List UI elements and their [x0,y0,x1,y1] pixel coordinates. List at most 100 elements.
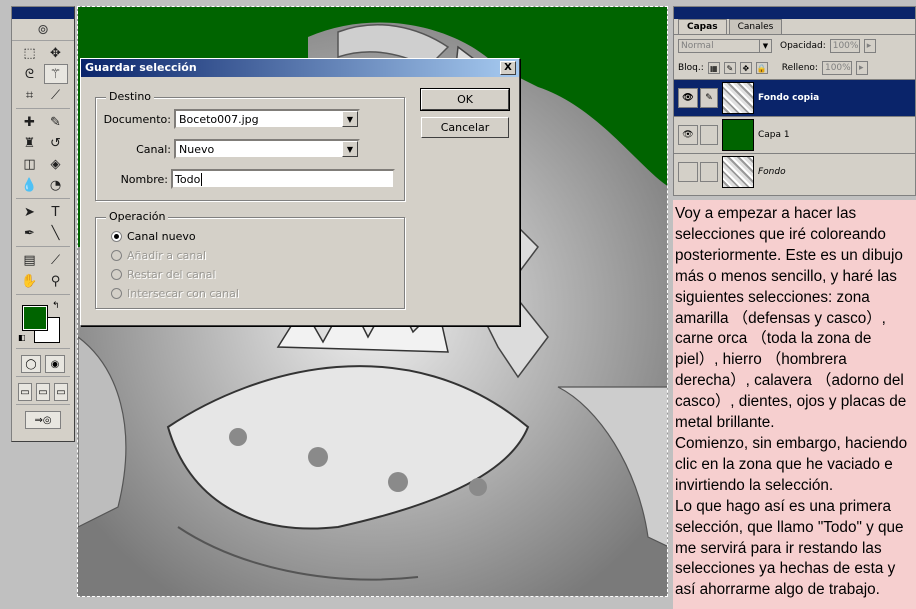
dodge-tool-icon[interactable]: ◔ [44,175,68,195]
paint-bucket-icon[interactable]: ◈ [44,154,68,174]
nombre-value: Todo [175,172,201,186]
canal-value: Nuevo [179,142,215,156]
canal-label: Canal: [136,142,171,156]
radio-restar-canal: Restar del canal [111,268,216,281]
radio-label: Canal nuevo [127,230,196,243]
jump-to-imageready-icon[interactable]: ⇒◎ [25,411,61,429]
layers-panel-titlebar[interactable] [674,7,915,19]
note-paragraph: Voy a empezar a hacer las selecciones qu… [675,205,907,432]
layer-thumbnail [722,82,754,114]
ok-button[interactable]: OK [420,88,510,111]
toolbox-palette: ⊚ ⬚ ✥ ᘓ ⚚ ⌗ ⟋ ✚ ✎ ♜ ↺ ◫ ◈ 💧 ◔ ➤ T ✒ ╲ ▤ … [11,6,75,442]
lock-label: Bloq.: [678,63,704,73]
eye-icon[interactable]: 👁 [678,88,698,108]
foreground-color-swatch[interactable] [22,305,48,331]
default-colors-icon[interactable]: ◧ [18,333,26,342]
lock-position-icon[interactable]: ✥ [739,62,752,74]
move-tool-icon[interactable]: ✥ [44,43,68,63]
app-logo-icon[interactable]: ⊚ [12,19,74,41]
radio-icon [111,250,122,261]
radio-label: Añadir a canal [127,249,207,262]
tab-canales[interactable]: Canales [728,19,783,34]
pen-tool-icon[interactable]: ✒ [18,223,42,243]
dialog-titlebar[interactable]: Guardar selección X [81,59,519,77]
radio-canal-nuevo[interactable]: Canal nuevo [111,230,196,243]
layer-row-fondo[interactable]: Fondo [674,153,915,190]
crop-tool-icon[interactable]: ⌗ [18,85,42,105]
radio-label: Restar del canal [127,268,216,281]
radio-label: Intersecar con canal [127,287,239,300]
radio-anadir-canal: Añadir a canal [111,249,206,262]
opacity-arrow-icon[interactable]: ▸ [863,39,876,53]
notes-tool-icon[interactable]: ▤ [18,250,42,270]
fill-label: Relleno: [781,63,818,73]
blend-mode-value: Normal [681,41,714,51]
note-paragraph: Comienzo, sin embargo, haciendo clic en … [675,434,908,494]
cancel-button[interactable]: Cancelar [421,117,509,138]
layer-thumbnail [722,156,754,188]
screen-mode-full-icon[interactable]: ▭ [54,383,68,401]
close-icon[interactable]: X [500,61,516,75]
screen-mode-full-menu-icon[interactable]: ▭ [36,383,50,401]
fill-input[interactable]: 100% [821,61,852,75]
lasso-tool-icon[interactable]: ᘓ [18,64,42,84]
note-paragraph: Lo que hago así es una primera selección… [675,497,904,599]
line-tool-icon[interactable]: ╲ [44,223,68,243]
opacity-label: Opacidad: [780,41,826,51]
quick-mask-mode-icon[interactable]: ◉ [45,355,65,373]
save-selection-dialog: Guardar selección X Destino Documento: B… [80,58,520,326]
brush-tool-icon[interactable]: ✎ [44,112,68,132]
tab-capas[interactable]: Capas [678,19,727,34]
lock-all-icon[interactable]: 🔒 [755,62,768,74]
toolbox-titlebar[interactable] [12,7,74,19]
eye-hidden-icon[interactable] [678,162,698,182]
layer-thumbnail [722,119,754,151]
standard-mode-icon[interactable]: ◯ [21,355,41,373]
blend-mode-select[interactable]: Normal ▼ [678,39,772,53]
radio-icon [111,288,122,299]
lock-transparency-icon[interactable]: ▦ [707,62,720,74]
layers-panel: Capas Canales Normal ▼ Opacidad: 100% ▸ … [673,6,916,196]
radio-icon [111,269,122,280]
fill-arrow-icon[interactable]: ▸ [855,61,868,75]
nombre-input[interactable]: Todo [171,169,395,189]
eraser-tool-icon[interactable]: ◫ [18,154,42,174]
operacion-legend: Operación [106,210,169,223]
lock-pixels-icon[interactable]: ✎ [723,62,736,74]
layer-name: Fondo copia [758,93,820,103]
marquee-tool-icon[interactable]: ⬚ [18,43,42,63]
blur-tool-icon[interactable]: 💧 [18,175,42,195]
link-slot-icon[interactable] [700,162,718,182]
layer-name: Fondo [758,167,786,177]
hand-tool-icon[interactable]: ✋ [18,271,42,291]
eye-icon[interactable]: 👁 [678,125,698,145]
layer-name: Capa 1 [758,130,790,140]
path-select-icon[interactable]: ➤ [18,202,42,222]
radio-intersecar-canal: Intersecar con canal [111,287,239,300]
brush-icon[interactable]: ✎ [700,88,718,108]
screen-mode-standard-icon[interactable]: ▭ [18,383,32,401]
type-tool-icon[interactable]: T [44,202,68,222]
radio-selected-icon[interactable] [111,231,122,242]
nombre-label: Nombre: [120,172,168,186]
swap-colors-icon[interactable]: ↰ [52,301,60,311]
destino-legend: Destino [106,90,155,103]
documento-value: Boceto007.jpg [179,112,259,126]
opacity-input[interactable]: 100% [829,39,860,53]
link-slot-icon[interactable] [700,125,718,145]
layer-row-capa-1[interactable]: 👁 Capa 1 [674,116,915,153]
chevron-down-icon[interactable]: ▼ [759,40,771,52]
magic-wand-tool-icon[interactable]: ⚚ [43,64,68,84]
dialog-title: Guardar selección [85,61,197,74]
chevron-down-icon[interactable]: ▼ [342,141,358,157]
history-brush-icon[interactable]: ↺ [44,133,68,153]
chevron-down-icon[interactable]: ▼ [342,111,358,127]
slice-tool-icon[interactable]: ⟋ [44,85,68,105]
healing-brush-icon[interactable]: ✚ [18,112,42,132]
canal-select[interactable]: Nuevo ▼ [174,139,360,159]
layer-row-fondo-copia[interactable]: 👁 ✎ Fondo copia [674,79,915,116]
zoom-tool-icon[interactable]: ⚲ [44,271,68,291]
clone-stamp-icon[interactable]: ♜ [18,133,42,153]
documento-select[interactable]: Boceto007.jpg ▼ [174,109,360,129]
eyedropper-tool-icon[interactable]: ⟋ [44,250,68,270]
